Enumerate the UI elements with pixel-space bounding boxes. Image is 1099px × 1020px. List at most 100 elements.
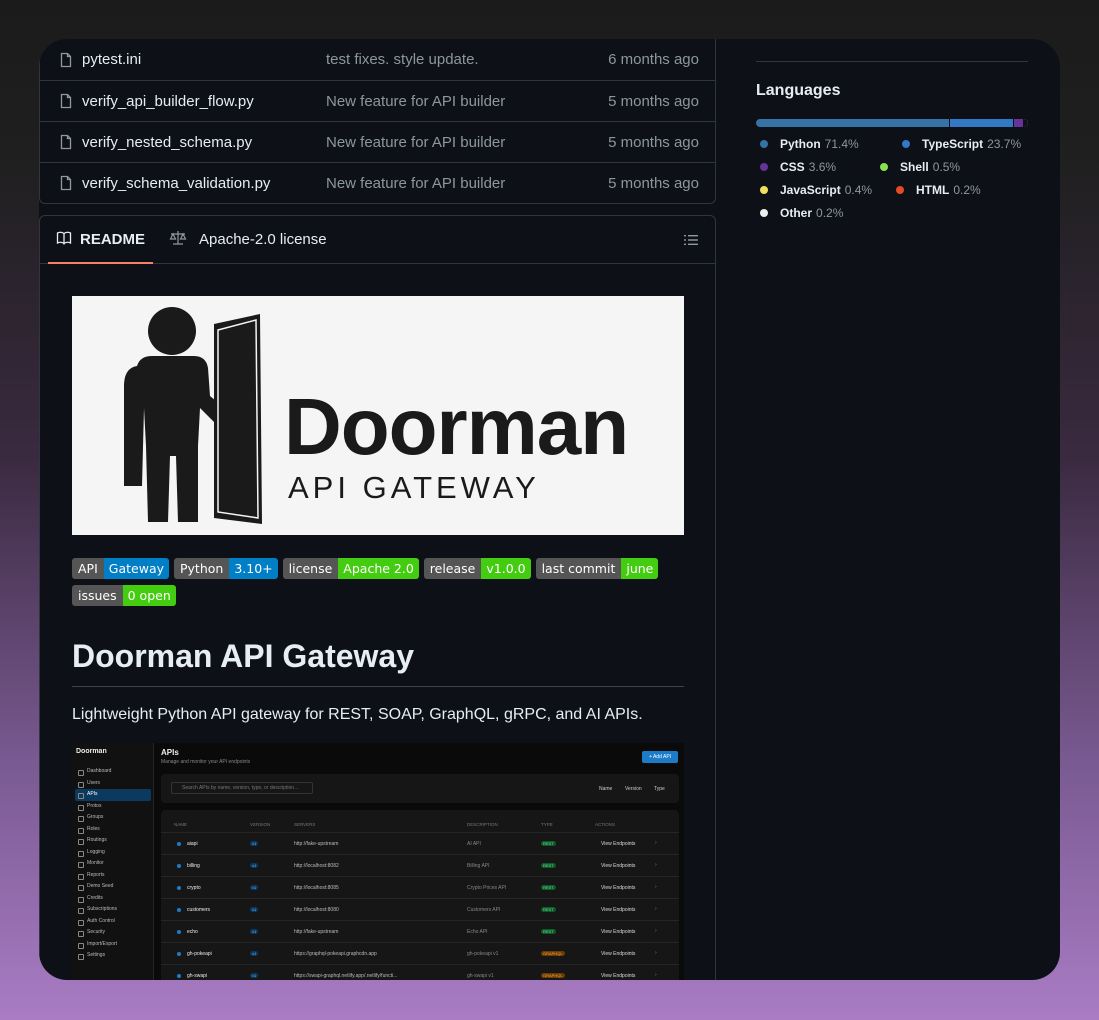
screenshot-cell: v1 — [250, 841, 259, 846]
commit-message-link[interactable]: New feature for API builder — [326, 134, 575, 151]
language-dot-icon — [760, 209, 768, 217]
file-row[interactable]: verify_schema_validation.py New feature … — [40, 162, 715, 203]
badge-value: 3.10+ — [229, 558, 278, 579]
doorman-logo-image: Doorman API GATEWAY — [72, 296, 684, 535]
screenshot-chevron-icon: › — [655, 862, 657, 868]
screenshot-cell: http://fake-upstream — [294, 929, 339, 935]
file-name-link[interactable]: verify_nested_schema.py — [82, 134, 326, 151]
screenshot-cell: GRAPHQL — [541, 951, 565, 956]
screenshot-cell: v1 — [250, 973, 259, 978]
file-name-link[interactable]: pytest.ini — [82, 51, 326, 68]
file-row[interactable]: verify_nested_schema.py New feature for … — [40, 121, 715, 162]
file-list: pytest.ini test fixes. style update. 6 m… — [39, 39, 716, 204]
screenshot-table-row: customers v1 http://localhost:8080 Customer… — [161, 898, 679, 920]
badge-label: Python — [174, 558, 230, 579]
file-icon — [40, 52, 82, 68]
screenshot-table-row: gh-swapi v1 https://swapi-graphql.netlify.… — [161, 964, 679, 980]
screenshot-api-dot — [177, 908, 181, 912]
language-name: Other — [780, 206, 813, 220]
screenshot-cell: v1 — [250, 907, 259, 912]
book-icon — [56, 230, 72, 250]
screenshot-nav-item: Logging — [75, 847, 151, 859]
badge-issues[interactable]: issues 0 open — [72, 585, 176, 606]
badge-list: API Gateway Python 3.10+ license Apache 2.0… — [72, 558, 684, 606]
screenshot-chevron-icon: › — [655, 928, 657, 934]
language-percent: 0.4% — [844, 183, 873, 197]
screenshot-cell: https://graphql-pokeapi.graphcdn.app — [294, 951, 377, 957]
screenshot-chevron-icon: › — [655, 950, 657, 956]
badge-python[interactable]: Python 3.10+ — [174, 558, 278, 579]
screenshot-cell: http://localhost:8080 — [294, 907, 339, 913]
language-percent: 0.2% — [816, 206, 844, 220]
screenshot-subtitle: Manage and monitor your API endpoints — [161, 759, 251, 765]
screenshot-cell: REST — [541, 929, 556, 934]
screenshot-nav-item: Dashboard — [75, 766, 151, 778]
commit-message-link[interactable]: test fixes. style update. — [326, 51, 575, 68]
screenshot-cell: billing — [187, 863, 200, 869]
language-item[interactable]: JavaScript 0.4% — [756, 183, 872, 197]
screenshot-cell: customers — [187, 907, 211, 913]
language-item[interactable]: HTML 0.2% — [892, 183, 981, 197]
commit-message-link[interactable]: New feature for API builder — [326, 93, 575, 110]
readme-panel: README Apache-2.0 license Doorman API GA… — [39, 215, 716, 980]
screenshot-nav-item: Monitor — [75, 858, 151, 870]
screenshot-filter: Version — [625, 786, 642, 792]
readme-description: Lightweight Python API gateway for REST,… — [72, 706, 643, 723]
screenshot-cell: v1 — [250, 885, 259, 890]
screenshot-nav-item: Settings — [75, 950, 151, 962]
tab-license[interactable]: Apache-2.0 license — [161, 216, 335, 263]
badge-label: release — [423, 558, 482, 579]
logo-subtitle: API GATEWAY — [288, 470, 540, 505]
language-percent: 0.5% — [932, 160, 961, 174]
language-name: CSS — [780, 160, 805, 174]
screenshot-table-row: echo v1 http://fake-upstream Echo API REST Vi… — [161, 920, 679, 942]
languages-heading: Languages — [756, 82, 841, 99]
language-item[interactable]: Other 0.2% — [756, 206, 843, 220]
screenshot-cell: REST — [541, 907, 556, 912]
file-row[interactable]: pytest.ini test fixes. style update. 6 m… — [40, 39, 715, 80]
readme-tab-bar: README Apache-2.0 license — [40, 216, 715, 264]
screenshot-cell: gh-swapi v1 — [467, 973, 494, 979]
language-name: JavaScript — [780, 183, 841, 197]
commit-time: 6 months ago — [608, 51, 699, 68]
badge-license[interactable]: license Apache 2.0 — [282, 558, 419, 579]
language-item[interactable]: TypeScript 23.7% — [898, 137, 1021, 151]
language-item[interactable]: CSS 3.6% — [756, 160, 836, 174]
language-dot-icon — [880, 163, 888, 171]
language-item[interactable]: Python 71.4% — [756, 137, 859, 151]
screenshot-column-header: ACTIONS — [595, 822, 616, 827]
heading-divider — [72, 686, 684, 687]
screenshot-cell: v1 — [250, 863, 259, 868]
file-row[interactable]: verify_api_builder_flow.py New feature f… — [40, 80, 715, 121]
outline-button[interactable] — [683, 232, 699, 253]
screenshot-nav-item: Roles — [75, 824, 151, 836]
screenshot-cell: http://localhost:8082 — [294, 863, 339, 869]
badge-release[interactable]: release v1.0.0 — [423, 558, 531, 579]
badge-api[interactable]: API Gateway — [72, 558, 169, 579]
badge-label: API — [72, 558, 104, 579]
screenshot-cell: https://swapi-graphql.netlify.app/.netli… — [294, 973, 398, 979]
screenshot-nav-item: Subscriptions — [75, 904, 151, 916]
badge-label: license — [282, 558, 339, 579]
screenshot-cell: Billing API — [467, 863, 490, 869]
file-name-link[interactable]: verify_api_builder_flow.py — [82, 93, 326, 110]
screenshot-api-dot — [177, 974, 181, 978]
sidebar-divider — [756, 61, 1028, 62]
screenshot-filter: Type — [654, 786, 665, 792]
screenshot-cell: REST — [541, 885, 556, 890]
language-name: Shell — [900, 160, 929, 174]
file-name-link[interactable]: verify_schema_validation.py — [82, 175, 326, 192]
language-item[interactable]: Shell 0.5% — [876, 160, 960, 174]
screenshot-brand: Doorman — [76, 748, 107, 755]
tab-readme-label: README — [80, 231, 146, 248]
badge-last-commit[interactable]: last commit june — [535, 558, 659, 579]
language-name: TypeScript — [922, 137, 984, 151]
commit-message-link[interactable]: New feature for API builder — [326, 175, 575, 192]
screenshot-nav-item: APIs — [75, 789, 151, 801]
tab-readme[interactable]: README — [48, 216, 154, 264]
readme-heading: Doorman API Gateway — [72, 638, 415, 674]
language-percent: 0.2% — [953, 183, 981, 197]
badge-label: issues — [72, 585, 123, 606]
screenshot-column-header: TYPE — [541, 822, 553, 827]
language-bar-segment — [756, 119, 950, 127]
